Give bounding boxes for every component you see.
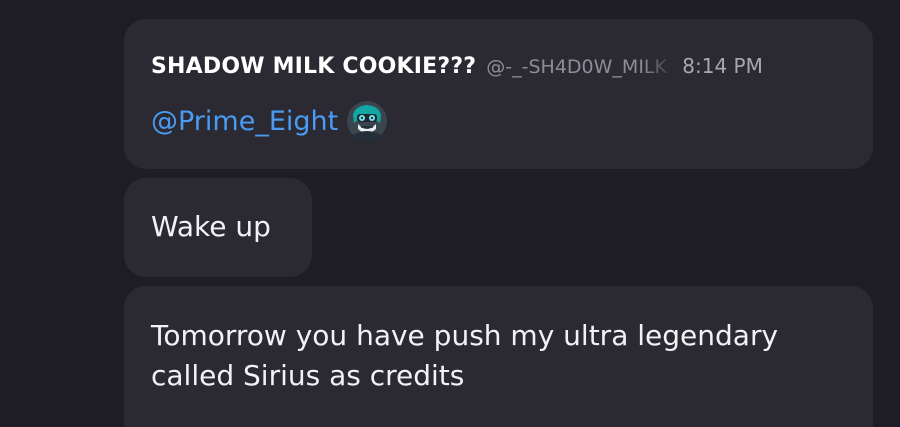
message-text: Wake up xyxy=(151,210,271,243)
message-text: Tomorrow you have push my ultra legendar… xyxy=(151,319,779,392)
chat-screen: SHADOW MILK COOKIE??? @-_-SH4D0W_MILK 8:… xyxy=(0,0,900,427)
message-body: @Prime_Eight xyxy=(151,101,388,141)
message-timestamp: 8:14 PM xyxy=(682,54,763,78)
message-bubble[interactable]: Wake up xyxy=(124,178,312,277)
message-header: SHADOW MILK COOKIE??? @-_-SH4D0W_MILK 8:… xyxy=(151,54,847,79)
user-mention-link[interactable]: @Prime_Eight xyxy=(151,106,338,137)
author-handle[interactable]: @-_-SH4D0W_MILK xyxy=(486,56,676,78)
author-name[interactable]: SHADOW MILK COOKIE??? xyxy=(151,54,476,79)
robot-avatar-icon[interactable] xyxy=(347,101,388,141)
message-bubble[interactable]: Tomorrow you have push my ultra legendar… xyxy=(124,286,873,427)
message-bubble[interactable]: SHADOW MILK COOKIE??? @-_-SH4D0W_MILK 8:… xyxy=(124,19,873,169)
